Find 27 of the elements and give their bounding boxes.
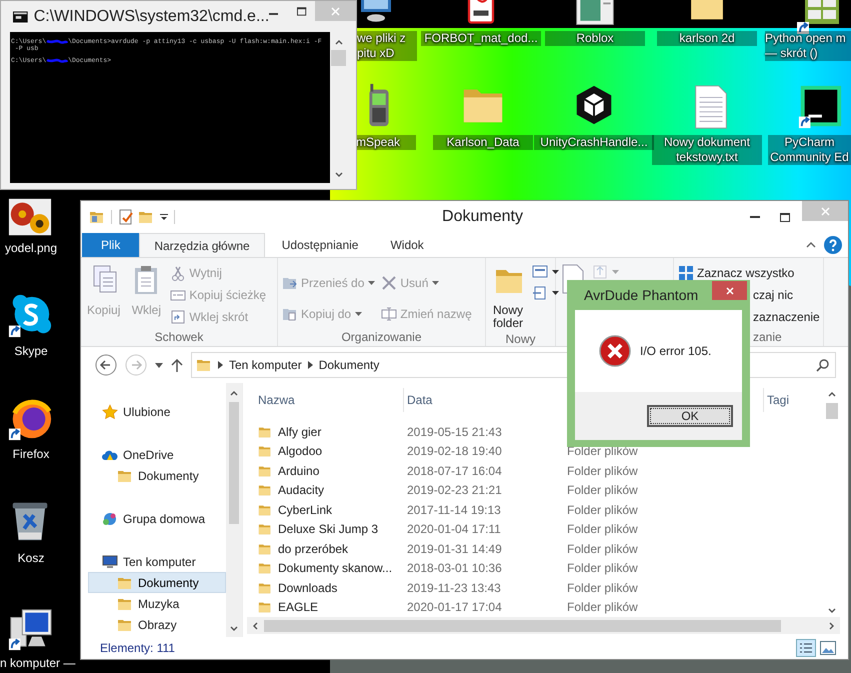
table-cell-text: 2019-02-18 19:40 (406, 443, 503, 460)
dialog-title: AvrDude Phantom (584, 286, 698, 305)
status-text: Elementy: 111 (100, 640, 175, 657)
table-cell-text: 2019-05-15 21:43 (406, 424, 503, 441)
group-label: Nowy (504, 331, 536, 348)
window-title: C:\WINDOWS\system32\cmd.e... (34, 6, 270, 26)
group-label: Organizowanie (340, 329, 423, 346)
table-cell: Folder plików (567, 600, 638, 614)
table-cell-text: 2020-01-17 17:04 (406, 599, 503, 616)
table-cell-text: 2019-02-23 21:21 (406, 482, 503, 500)
table-cell-text: 2019-01-31 14:49 (406, 540, 503, 558)
table-cell: Folder plików (567, 464, 638, 478)
table-cell-text: 2020-01-04 17:11 (406, 521, 502, 538)
table-cell-text: 2019-11-23 13:43 (406, 580, 502, 597)
table-cell: Folder plików (567, 522, 638, 536)
table-cell: Folder plików (567, 561, 638, 576)
group-label: zanie (752, 329, 783, 346)
table-cell: Folder plików (567, 483, 638, 498)
table-cell: Folder plików (567, 444, 638, 458)
window-title: Dokumenty (441, 207, 524, 227)
table-cell: Folder plików (567, 580, 638, 595)
table-cell: Folder plików (567, 502, 638, 517)
table-cell-text: 2017-11-14 19:13 (406, 502, 502, 519)
table-cell-text: 2018-07-17 16:04 (406, 462, 503, 480)
group-label: Schowek (154, 329, 204, 346)
table-cell-text: 2018-03-01 10:36 (406, 560, 503, 578)
table-cell: Folder plików (567, 542, 638, 556)
